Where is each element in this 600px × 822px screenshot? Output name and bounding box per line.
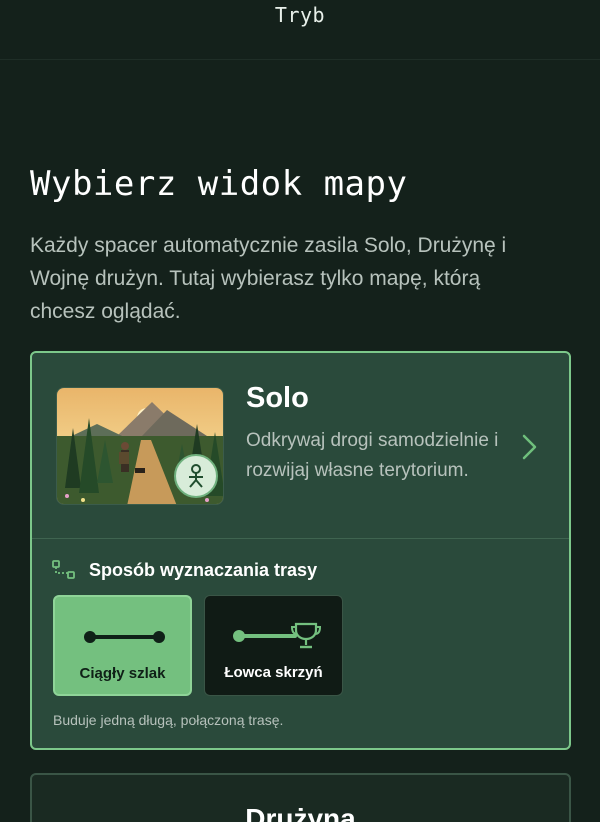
chest-hunter-option[interactable]: Łowca skrzyń [204, 595, 343, 696]
person-icon [174, 454, 218, 498]
continuous-trail-label: Ciągły szlak [79, 665, 166, 682]
route-icon [52, 560, 75, 579]
continuous-trail-option[interactable]: Ciągły szlak [53, 595, 192, 696]
team-title: Drużyna [245, 803, 356, 822]
page-title: Wybierz widok mapy [30, 164, 408, 204]
continuous-line-icon [84, 631, 165, 643]
card-divider [32, 538, 569, 539]
solo-description: Odkrywaj drogi samodzielnie i rozwijaj w… [246, 430, 499, 481]
chest-hunter-label: Łowca skrzyń [224, 664, 323, 681]
trophy-line-icon [233, 622, 322, 649]
intro-text: Każdy spacer automatycznie zasila Solo, … [30, 234, 507, 323]
top-bar-title: Tryb [274, 3, 326, 27]
solo-mode-card[interactable]: Solo Odkrywaj drogi samodzielnie i rozwi… [30, 351, 571, 750]
route-hint: Buduje jedną długą, połączoną trasę. [53, 712, 284, 728]
top-bar: Tryb [0, 0, 600, 60]
team-mode-card[interactable]: Drużyna [30, 773, 571, 822]
solo-title: Solo [246, 382, 309, 414]
chevron-right-icon[interactable] [520, 433, 540, 461]
route-method-heading: Sposób wyznaczania trasy [89, 560, 318, 580]
